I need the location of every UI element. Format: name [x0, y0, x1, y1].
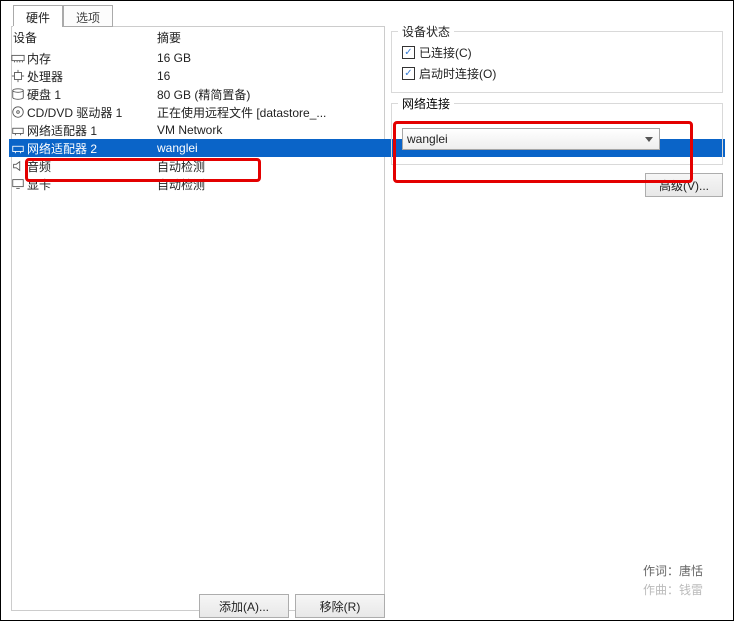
- credits-overlay: 作词：唐恬 作曲：钱雷: [643, 562, 703, 598]
- nic-icon: [9, 123, 27, 137]
- device-name: 硬盘 1: [27, 86, 157, 103]
- combo-value: wanglei: [407, 132, 448, 146]
- network-connection-group: 网络连接 wanglei: [391, 103, 723, 165]
- dialog-window: 硬件 选项 设备 摘要 内存 16 GB 处理器 16 硬盘 1 80 GB (…: [0, 0, 734, 621]
- advanced-button-row: 高级(V)...: [391, 173, 723, 197]
- tab-options[interactable]: 选项: [63, 5, 113, 27]
- network-connection-legend: 网络连接: [398, 95, 454, 112]
- checkbox-label: 启动时连接(O): [419, 65, 496, 82]
- disc-icon: [9, 105, 27, 119]
- display-icon: [9, 177, 27, 191]
- device-name: 显卡: [27, 176, 157, 193]
- disk-icon: [9, 87, 27, 101]
- device-status-group: 设备状态 ✓ 已连接(C) ✓ 启动时连接(O): [391, 31, 723, 93]
- audio-icon: [9, 159, 27, 173]
- add-button[interactable]: 添加(A)...: [199, 594, 289, 618]
- checkbox-label: 已连接(C): [419, 44, 472, 61]
- device-name: 内存: [27, 50, 157, 67]
- lyricist-text: 作词：唐恬: [643, 562, 703, 579]
- header-device: 设备: [9, 29, 157, 49]
- checkbox-connected[interactable]: ✓ 已连接(C): [402, 44, 712, 61]
- advanced-button[interactable]: 高级(V)...: [645, 173, 723, 197]
- remove-button[interactable]: 移除(R): [295, 594, 385, 618]
- device-status-legend: 设备状态: [398, 23, 454, 40]
- checkbox-icon: ✓: [402, 46, 415, 59]
- device-name: CD/DVD 驱动器 1: [27, 104, 157, 121]
- device-name: 处理器: [27, 68, 157, 85]
- cpu-icon: [9, 69, 27, 83]
- device-name: 网络适配器 2: [27, 140, 157, 157]
- tab-strip: 硬件 选项: [13, 5, 113, 27]
- checkbox-connect-at-poweron[interactable]: ✓ 启动时连接(O): [402, 65, 712, 82]
- composer-text: 作曲：钱雷: [643, 581, 703, 598]
- tab-hardware[interactable]: 硬件: [13, 5, 63, 27]
- device-name: 音频: [27, 158, 157, 175]
- right-pane: 设备状态 ✓ 已连接(C) ✓ 启动时连接(O) 网络连接 wanglei 高级…: [391, 31, 723, 197]
- nic-icon: [9, 141, 27, 155]
- device-name: 网络适配器 1: [27, 122, 157, 139]
- checkbox-icon: ✓: [402, 67, 415, 80]
- bottom-button-bar: 添加(A)... 移除(R): [11, 594, 385, 618]
- memory-icon: [9, 51, 27, 65]
- network-connection-combo[interactable]: wanglei: [402, 128, 660, 150]
